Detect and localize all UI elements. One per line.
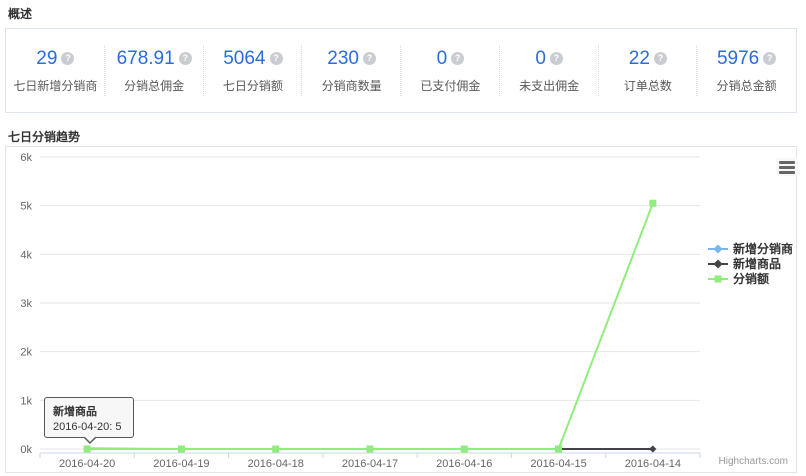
y-axis-label: 5k (20, 201, 32, 213)
x-axis-label: 2016-04-19 (153, 458, 209, 470)
x-axis-label: 2016-04-16 (436, 458, 492, 470)
dashboard-page: 概述 29? 七日新增分销商 678.91? 分销总佣金 5064? 七日分销额 230? 分… (0, 0, 806, 476)
stat-value: 22 (629, 48, 650, 70)
stat-card: 0? 已支付佣金 (401, 29, 500, 112)
x-axis-label: 2016-04-20 (59, 458, 115, 470)
tooltip-value: 2016-04-20: 5 (53, 421, 125, 433)
help-icon[interactable]: ? (363, 52, 376, 65)
help-icon[interactable]: ? (270, 52, 283, 65)
data-point-marker[interactable] (178, 446, 185, 453)
help-icon[interactable]: ? (763, 52, 776, 65)
series-line (87, 203, 653, 449)
stat-value: 678.91 (117, 48, 175, 70)
stat-card: 678.91? 分销总佣金 (105, 29, 204, 112)
data-point-marker[interactable] (461, 446, 468, 453)
stat-value: 5976 (717, 48, 759, 70)
trend-chart-title: 七日分销趋势 (8, 128, 80, 145)
data-point-marker[interactable] (272, 446, 279, 453)
trend-chart-panel: 6k 5k 4k 3k 2k 1k 0k 2016-04-20 2016-04-19 2016-0… (5, 146, 797, 473)
y-axis-label: 2k (20, 347, 32, 359)
stat-card: 5976? 分销总金额 (697, 29, 796, 112)
tooltip-series-name: 新增商品 (53, 403, 125, 419)
stat-label: 七日新增分销商 (13, 77, 97, 94)
data-point-marker[interactable] (367, 446, 374, 453)
data-point-marker[interactable] (649, 200, 656, 207)
stat-label: 分销总佣金 (124, 77, 184, 94)
x-axis-label: 2016-04-15 (530, 458, 586, 470)
legend-marker-icon (708, 244, 728, 254)
stat-value: 0 (535, 48, 546, 70)
hamburger-icon (779, 161, 795, 164)
highcharts-credits-link[interactable]: Highcharts.com (719, 456, 788, 467)
help-icon[interactable]: ? (179, 52, 192, 65)
stat-value: 0 (437, 48, 448, 70)
overview-title: 概述 (8, 5, 32, 22)
x-axis-label: 2016-04-14 (625, 458, 681, 470)
help-icon[interactable]: ? (451, 52, 464, 65)
overview-stats-panel: 29? 七日新增分销商 678.91? 分销总佣金 5064? 七日分销额 230? 分销商数… (5, 28, 797, 113)
help-icon[interactable]: ? (61, 52, 74, 65)
stat-card: 22? 订单总数 (599, 29, 698, 112)
stat-card: 0? 未支出佣金 (500, 29, 599, 112)
y-axis-label: 0k (20, 444, 32, 456)
y-axis-label: 6k (20, 152, 32, 164)
y-axis-label: 1k (20, 395, 32, 407)
stat-value: 5064 (223, 48, 265, 70)
stat-card: 5064? 七日分销额 (204, 29, 303, 112)
y-axis-label: 3k (20, 298, 32, 310)
hamburger-icon (779, 171, 795, 174)
stat-label: 订单总数 (624, 77, 672, 94)
legend-label: 分销额 (733, 270, 769, 287)
help-icon[interactable]: ? (654, 52, 667, 65)
y-axis-label: 4k (20, 249, 32, 261)
data-point-marker[interactable] (555, 446, 562, 453)
legend-item[interactable]: 新增商品 (708, 256, 793, 271)
data-point-marker[interactable] (84, 446, 91, 453)
stat-value: 230 (327, 48, 359, 70)
chart-tooltip: 新增商品 2016-04-20: 5 (44, 397, 134, 438)
hamburger-icon (779, 166, 795, 169)
stat-label: 七日分销额 (223, 77, 283, 94)
stat-value: 29 (36, 48, 57, 70)
stat-card: 230? 分销商数量 (302, 29, 401, 112)
x-axis-label: 2016-04-18 (248, 458, 304, 470)
stat-label: 分销总金额 (717, 77, 777, 94)
stat-label: 已支付佣金 (420, 77, 480, 94)
legend-item[interactable]: 分销额 (708, 271, 793, 286)
x-axis-label: 2016-04-17 (342, 458, 398, 470)
stat-card: 29? 七日新增分销商 (6, 29, 105, 112)
legend-item[interactable]: 新增分销商 (708, 241, 793, 256)
stat-label: 分销商数量 (322, 77, 382, 94)
stat-label: 未支出佣金 (519, 77, 579, 94)
chart-export-menu-button[interactable] (776, 158, 798, 176)
chart-legend: 新增分销商新增商品分销额 (708, 241, 793, 286)
data-point-marker[interactable] (649, 446, 656, 453)
legend-marker-icon (708, 259, 728, 269)
legend-marker-icon (708, 274, 728, 284)
help-icon[interactable]: ? (550, 52, 563, 65)
